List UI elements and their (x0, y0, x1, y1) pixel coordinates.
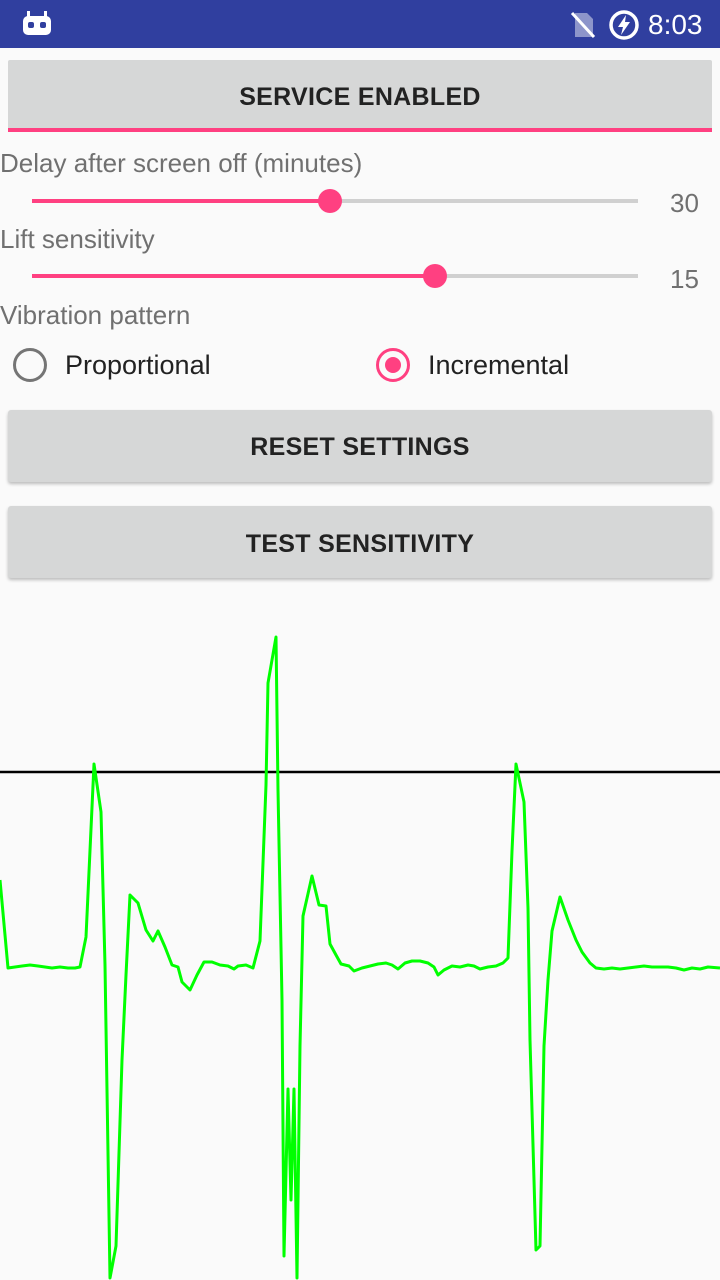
radio-incremental[interactable]: Incremental (376, 346, 636, 390)
battery-charging-icon (609, 10, 639, 40)
delay-value: 30 (670, 188, 699, 218)
service-toggle-button[interactable]: SERVICE ENABLED (8, 60, 712, 132)
delay-slider-thumb[interactable] (317, 189, 342, 213)
service-enabled-indicator (8, 128, 712, 132)
reset-settings-button[interactable]: RESET SETTINGS (8, 410, 712, 482)
radio-proportional[interactable]: Proportional (13, 346, 273, 390)
clock: 8:03 (648, 9, 703, 40)
radio-selected-dot (385, 357, 401, 373)
radio-proportional-label: Proportional (65, 350, 211, 380)
lift-slider-thumb[interactable] (422, 264, 447, 288)
signal-trace (0, 635, 720, 1280)
vibration-pattern-label: Vibration pattern (0, 300, 191, 330)
no-sim-icon (570, 11, 596, 39)
delay-slider-fill (32, 199, 330, 203)
radio-proportional-circle[interactable] (13, 348, 47, 382)
lift-slider-fill (32, 274, 435, 278)
delay-label: Delay after screen off (minutes) (0, 148, 363, 178)
delay-slider[interactable] (32, 186, 638, 216)
lift-sensitivity-slider[interactable] (32, 261, 638, 291)
debug-android-icon (23, 11, 51, 35)
lift-sensitivity-value: 15 (670, 264, 699, 294)
radio-incremental-label: Incremental (428, 350, 570, 380)
sensitivity-graph (0, 635, 720, 1280)
lift-sensitivity-label: Lift sensitivity (0, 224, 155, 254)
test-sensitivity-button[interactable]: TEST SENSITIVITY (8, 506, 712, 578)
status-bar: 8:03 (0, 0, 720, 48)
